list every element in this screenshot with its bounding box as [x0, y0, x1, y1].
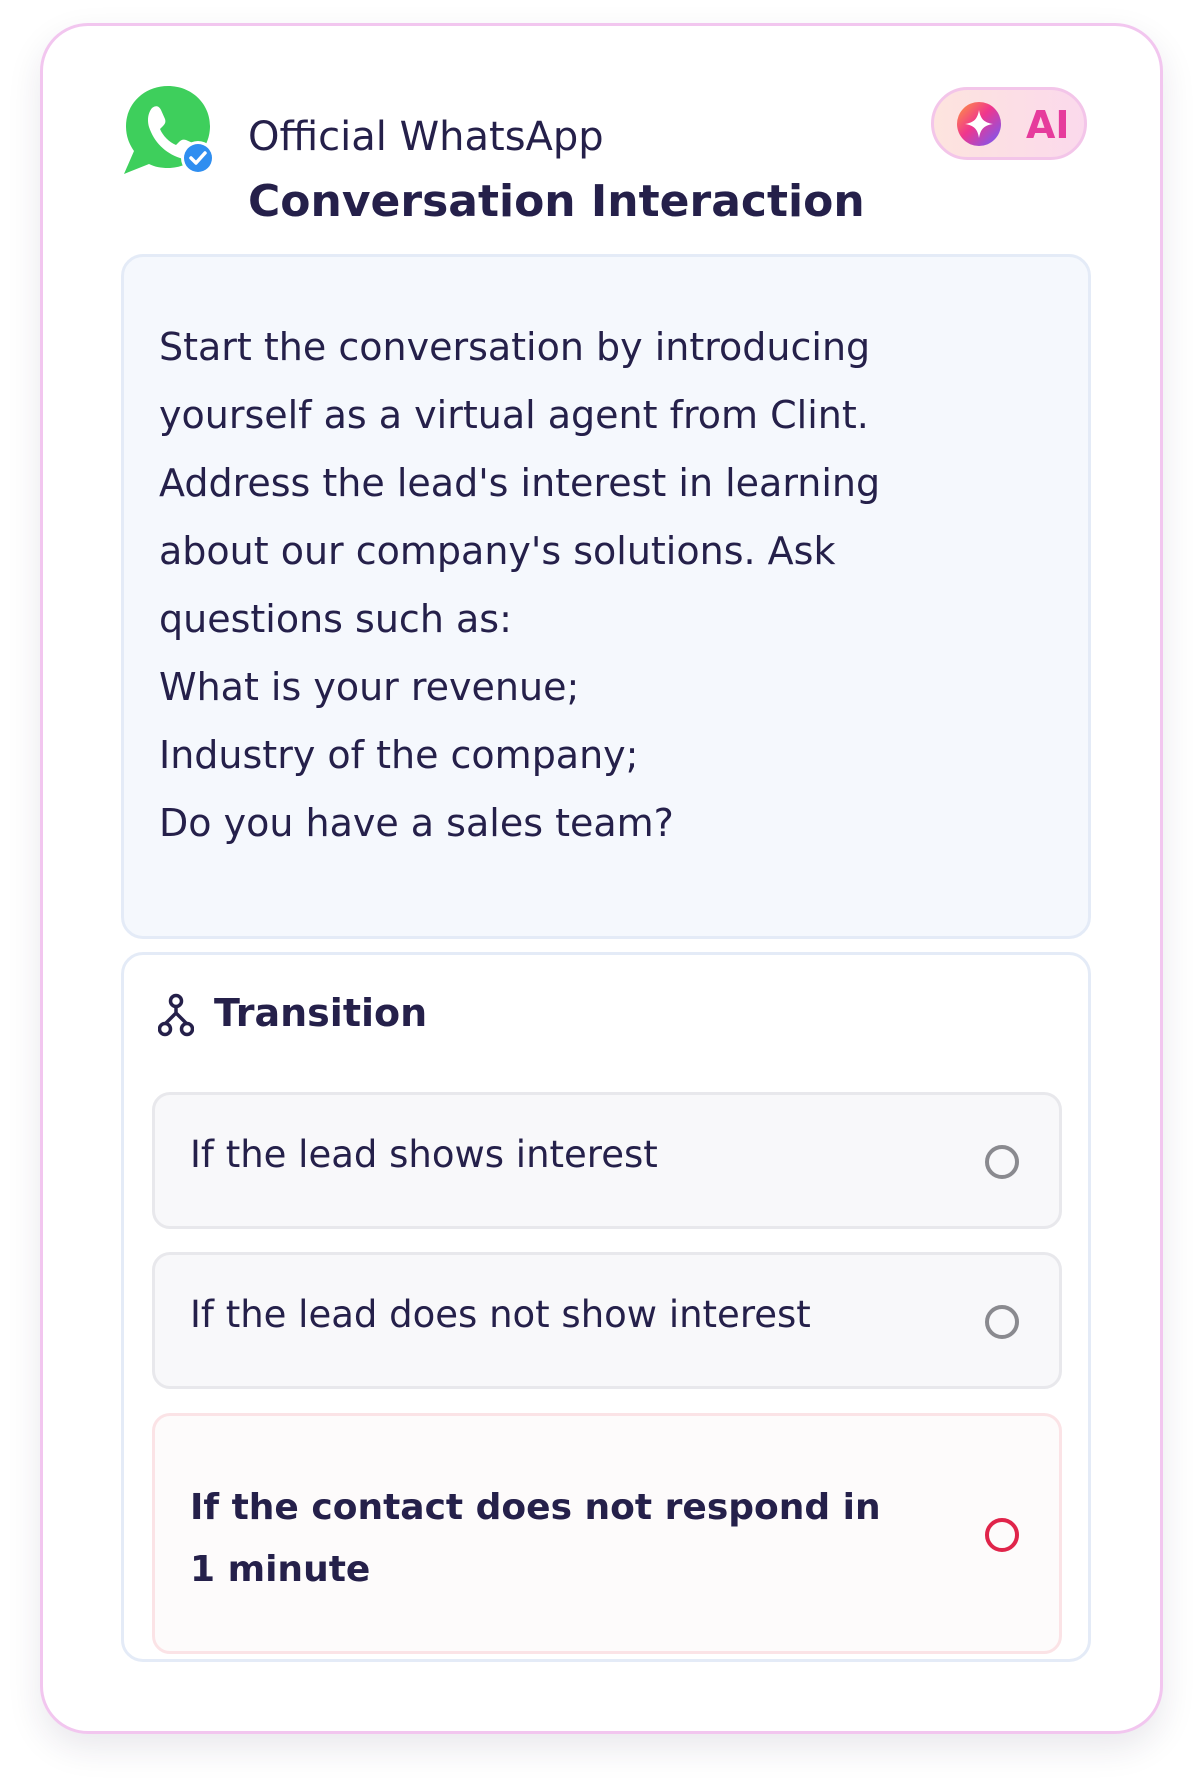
- option-label: If the lead shows interest: [190, 1133, 658, 1176]
- transition-option-no-interest[interactable]: If the lead does not show interest: [152, 1252, 1062, 1389]
- ai-label: AI: [1026, 103, 1070, 147]
- channel-subtitle: Official WhatsApp: [248, 114, 604, 160]
- whatsapp-verified-icon: [118, 78, 228, 188]
- transition-panel: Transition If the lead shows interest If…: [121, 952, 1091, 1662]
- option-label: If the contact does not respond in 1 min…: [190, 1487, 881, 1590]
- radio-button-active[interactable]: [985, 1518, 1019, 1552]
- radio-button[interactable]: [985, 1145, 1019, 1179]
- prompt-text: Start the conversation by introducing yo…: [159, 325, 881, 845]
- transition-option-shows-interest[interactable]: If the lead shows interest: [152, 1092, 1062, 1229]
- radio-button[interactable]: [985, 1305, 1019, 1339]
- transition-option-no-response[interactable]: If the contact does not respond in 1 min…: [152, 1413, 1062, 1654]
- option-label: If the lead does not show interest: [190, 1293, 811, 1336]
- page-title: Conversation Interaction: [248, 176, 865, 227]
- sparkle-icon: [955, 100, 1003, 148]
- transition-title: Transition: [214, 991, 428, 1035]
- prompt-panel[interactable]: Start the conversation by introducing yo…: [121, 254, 1091, 939]
- ai-button[interactable]: AI: [931, 87, 1087, 160]
- branch-icon: [157, 993, 195, 1037]
- conversation-interaction-card: Official WhatsApp Conversation Interacti…: [40, 23, 1163, 1734]
